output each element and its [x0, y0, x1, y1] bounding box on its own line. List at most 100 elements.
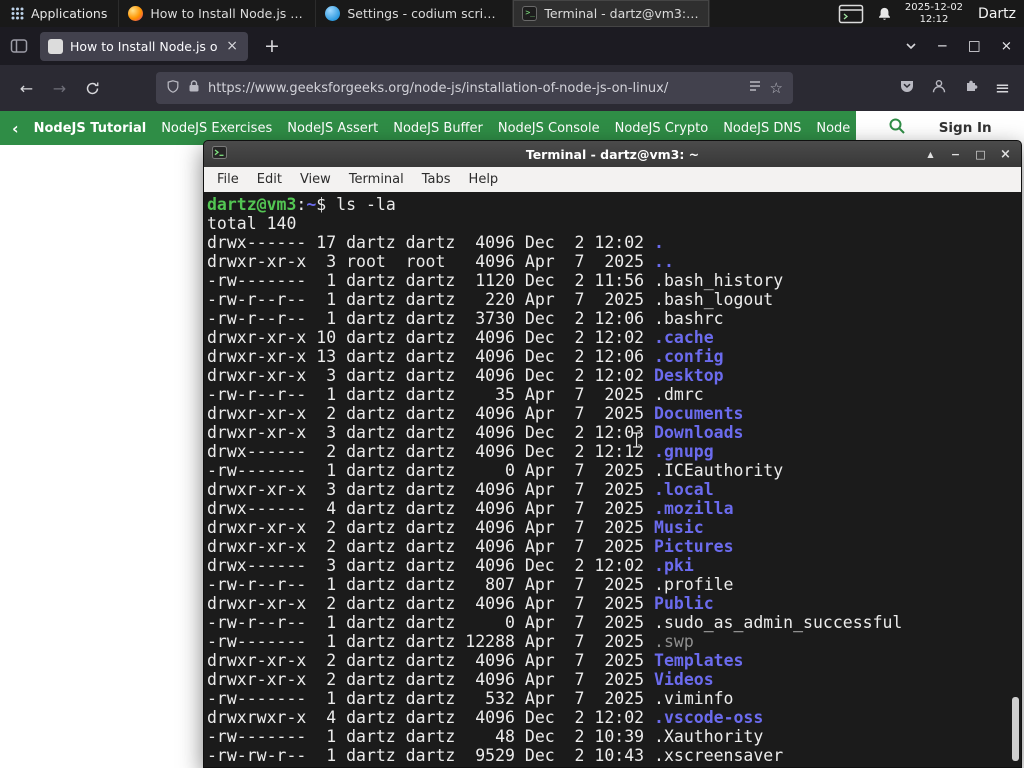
terminal-line: -rw-r--r-- 1 dartz dartz 807 Apr 7 2025 … — [207, 575, 734, 594]
terminal-maximize-button[interactable]: □ — [973, 148, 988, 161]
back-button[interactable]: ← — [10, 72, 43, 105]
menu-tabs[interactable]: Tabs — [413, 170, 460, 189]
taskbar-item-label: Settings - codium script... — [347, 6, 504, 21]
url-bar[interactable]: https://www.geeksforgeeks.org/node-js/in… — [156, 72, 793, 104]
active-tab[interactable]: How to Install Node.js on × — [40, 31, 248, 61]
chevron-down-icon — [906, 42, 916, 49]
terminal-line: -rw-r--r-- 1 dartz dartz 0 Apr 7 2025 .s… — [207, 613, 903, 632]
lock-icon[interactable] — [188, 79, 200, 97]
window-minimize-button[interactable]: − — [937, 38, 948, 54]
terminal-line: drwxr-xr-x 2 dartz dartz 4096 Apr 7 2025… — [207, 594, 714, 613]
terminal-minimize-button[interactable]: − — [948, 148, 963, 161]
panel-clock[interactable]: 2025-12-02 12:12 — [905, 2, 963, 25]
nav-link-nodejs-dns[interactable]: NodeJS DNS — [723, 121, 801, 136]
list-tabs-button[interactable] — [905, 37, 917, 56]
bookmark-star-icon[interactable]: ☆ — [770, 79, 783, 97]
search-icon[interactable] — [888, 117, 906, 139]
menu-edit[interactable]: Edit — [248, 170, 291, 189]
terminal-line: dartz@vm3:~$ ls -la — [207, 195, 396, 214]
scroll-left-icon[interactable]: ‹ — [12, 119, 19, 138]
taskbar-item-terminal[interactable]: Terminal - dartz@vm3: ~ — [513, 0, 711, 27]
clock-date: 2025-12-02 — [904, 2, 964, 13]
account-icon[interactable] — [931, 78, 947, 98]
terminal-body[interactable]: dartz@vm3:~$ ls -la total 140 drwx------ 1… — [204, 192, 1021, 767]
pocket-icon[interactable] — [899, 78, 915, 98]
tab-favicon — [48, 38, 63, 54]
tray-terminal-icon[interactable] — [838, 4, 864, 24]
terminal-line: drwx------ 4 dartz dartz 4096 Apr 7 2025… — [207, 499, 734, 518]
menu-view[interactable]: View — [291, 170, 340, 189]
tab-close-button[interactable]: × — [224, 38, 240, 54]
taskbar-item-label: Terminal - dartz@vm3: ~ — [544, 6, 701, 21]
terminal-line: total 140 — [207, 214, 297, 233]
text-cursor — [633, 431, 640, 449]
menu-button[interactable]: ≡ — [995, 78, 1010, 99]
notifications-bell-icon[interactable] — [877, 6, 892, 22]
terminal-icon — [522, 6, 538, 21]
terminal-line: drwxr-xr-x 13 dartz dartz 4096 Dec 2 12:… — [207, 347, 724, 366]
nav-link-nodejs-assert[interactable]: NodeJS Assert — [287, 121, 378, 136]
terminal-line: -rw------- 1 dartz dartz 12288 Apr 7 202… — [207, 632, 694, 651]
terminal-line: -rw-r--r-- 1 dartz dartz 35 Apr 7 2025 .… — [207, 385, 704, 404]
tab-bar: How to Install Node.js on × + − □ × — [0, 27, 1024, 65]
terminal-titlebar[interactable]: Terminal - dartz@vm3: ~ ▲ − □ × — [204, 141, 1021, 167]
terminal-menubar: File Edit View Terminal Tabs Help — [204, 167, 1021, 192]
terminal-line: drwxr-xr-x 3 root root 4096 Apr 7 2025 .… — [207, 252, 674, 271]
terminal-line: drwxr-xr-x 2 dartz dartz 4096 Apr 7 2025… — [207, 537, 734, 556]
window-maximize-button[interactable]: □ — [968, 38, 981, 54]
nav-link-nodejs-exercises[interactable]: NodeJS Exercises — [161, 121, 272, 136]
sign-in-link[interactable]: Sign In — [939, 120, 992, 136]
taskbar: How to Install Node.js o... Settings - c… — [119, 0, 711, 27]
menu-terminal[interactable]: Terminal — [340, 170, 413, 189]
terminal-app-icon — [212, 146, 227, 162]
extensions-icon[interactable] — [963, 78, 979, 98]
terminal-shade-button[interactable]: ▲ — [923, 150, 938, 159]
terminal-line: drwxr-xr-x 3 dartz dartz 4096 Apr 7 2025… — [207, 480, 714, 499]
nav-link-more[interactable]: Node — [816, 121, 850, 136]
forward-button[interactable]: → — [43, 72, 76, 105]
tab-title: How to Install Node.js on — [70, 38, 218, 54]
taskbar-item-label: How to Install Node.js o... — [150, 6, 307, 21]
terminal-line: -rw------- 1 dartz dartz 1120 Dec 2 11:5… — [207, 271, 784, 290]
taskbar-item-codium[interactable]: Settings - codium script... — [316, 0, 514, 27]
xfce-top-panel: Applications How to Install Node.js o...… — [0, 0, 1024, 27]
nav-link-nodejs-buffer[interactable]: NodeJS Buffer — [393, 121, 483, 136]
nav-link-nodejs-console[interactable]: NodeJS Console — [498, 121, 600, 136]
firefox-view-icon — [10, 39, 28, 53]
terminal-line: drwx------ 3 dartz dartz 4096 Dec 2 12:0… — [207, 556, 694, 575]
toolbar-icons: ≡ — [899, 78, 1014, 99]
navigation-toolbar: ← → https://www.geeksforgeeks.org/node-j… — [0, 65, 1024, 111]
taskbar-item-browser[interactable]: How to Install Node.js o... — [119, 0, 317, 27]
menu-help[interactable]: Help — [460, 170, 508, 189]
terminal-line: drwxr-xr-x 2 dartz dartz 4096 Apr 7 2025… — [207, 404, 744, 423]
user-menu[interactable]: Dartz — [976, 6, 1016, 22]
nav-link-nodejs-tutorial[interactable]: NodeJS Tutorial — [34, 121, 147, 136]
terminal-line: -rw-r--r-- 1 dartz dartz 220 Apr 7 2025 … — [207, 290, 774, 309]
terminal-line: -rw-rw-r-- 1 dartz dartz 9529 Dec 2 10:4… — [207, 746, 784, 765]
terminal-window-controls: ▲ − □ × — [923, 147, 1013, 162]
terminal-close-button[interactable]: × — [998, 147, 1013, 162]
firefox-icon — [128, 6, 144, 21]
terminal-line: drwxr-xr-x 3 dartz dartz 4096 Dec 2 12:0… — [207, 423, 744, 442]
terminal-line: drwx------ 17 dartz dartz 4096 Dec 2 12:… — [207, 233, 664, 252]
terminal-title: Terminal - dartz@vm3: ~ — [525, 146, 700, 162]
new-tab-button[interactable]: + — [258, 35, 286, 57]
applications-menu-button[interactable]: Applications — [0, 0, 120, 27]
nav-link-nodejs-crypto[interactable]: NodeJS Crypto — [615, 121, 709, 136]
terminal-output: dartz@vm3:~$ ls -la total 140 drwx------ 1… — [207, 195, 1021, 765]
terminal-line: -rw-r--r-- 1 dartz dartz 3730 Dec 2 12:0… — [207, 309, 724, 328]
terminal-line: drwxr-xr-x 10 dartz dartz 4096 Dec 2 12:… — [207, 328, 714, 347]
url-text: https://www.geeksforgeeks.org/node-js/in… — [208, 80, 669, 96]
menu-file[interactable]: File — [208, 170, 248, 189]
reload-icon — [86, 82, 99, 94]
firefox-view-button[interactable] — [8, 36, 30, 56]
shield-icon[interactable] — [166, 79, 180, 98]
window-controls: − □ × — [905, 37, 1016, 56]
applications-label: Applications — [31, 6, 108, 21]
applications-grid-icon — [11, 7, 24, 20]
terminal-scrollbar-thumb[interactable] — [1012, 697, 1019, 761]
clock-time: 12:12 — [919, 13, 949, 25]
window-close-button[interactable]: × — [1001, 38, 1012, 54]
reader-view-icon[interactable] — [748, 79, 762, 97]
reload-button[interactable] — [76, 72, 109, 105]
